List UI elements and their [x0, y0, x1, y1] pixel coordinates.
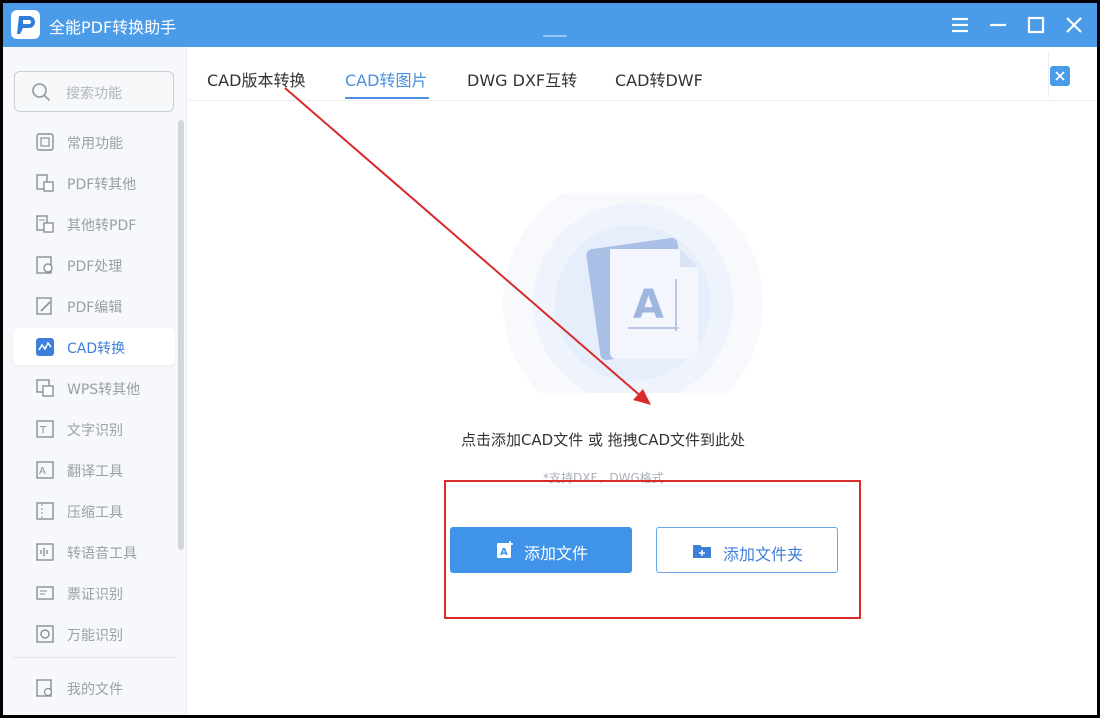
app-logo-icon	[11, 10, 40, 39]
sidebar-item-label: 压缩工具	[67, 505, 123, 521]
pdf-to-other-icon	[36, 174, 54, 192]
pdf-edit-icon	[36, 297, 52, 315]
sidebar-item-common-functions[interactable]: 常用功能	[13, 123, 175, 160]
sidebar-item-pdf-to-other[interactable]: PDF转其他	[13, 164, 175, 201]
tab-cad-version-convert[interactable]: CAD版本转换	[207, 67, 305, 91]
svg-text:A: A	[633, 282, 664, 328]
drag-handle[interactable]	[543, 35, 567, 37]
pdf-process-icon	[36, 256, 53, 274]
sidebar: 搜索功能 常用功能 PDF转其他 其他转PDF PDF处理 PDF编辑 CAD转…	[3, 47, 187, 715]
app-title: 全能PDF转换助手	[49, 18, 177, 37]
folder-add-icon	[693, 545, 711, 558]
sidebar-item-wps-to-other[interactable]: WPS转其他	[13, 369, 175, 406]
add-folder-label: 添加文件夹	[723, 545, 804, 564]
svg-text:T: T	[39, 425, 47, 436]
tab-cad-to-dwf[interactable]: CAD转DWF	[615, 67, 703, 91]
active-tab-indicator	[345, 97, 429, 99]
common-functions-icon	[36, 133, 54, 151]
sidebar-item-pdf-process[interactable]: PDF处理	[13, 246, 175, 283]
ticket-recognition-icon	[36, 586, 54, 600]
sidebar-item-label: WPS转其他	[67, 382, 141, 398]
svg-text:A: A	[39, 466, 46, 477]
sidebar-item-label: 票证识别	[67, 587, 123, 603]
search-icon	[32, 83, 51, 102]
cad-file-illustration[interactable]: A	[503, 193, 793, 393]
sidebar-item-label: 翻译工具	[67, 464, 123, 480]
tab-dwg-dxf-convert[interactable]: DWG DXF互转	[467, 67, 577, 91]
search-input[interactable]: 搜索功能	[14, 71, 174, 112]
text-recognition-icon: T	[36, 420, 54, 438]
search-placeholder: 搜索功能	[66, 86, 122, 102]
my-files-icon	[36, 679, 53, 697]
to-speech-icon	[36, 543, 54, 561]
sidebar-item-label: PDF编辑	[67, 300, 123, 316]
app-window: 全能PDF转换助手 搜索功能 常用功能 PDF转其他 其他转PDF PDF处理 …	[3, 3, 1097, 715]
sidebar-item-other-to-pdf[interactable]: 其他转PDF	[13, 205, 175, 242]
other-to-pdf-icon	[36, 215, 54, 233]
sidebar-item-pdf-edit[interactable]: PDF编辑	[13, 287, 175, 324]
sidebar-item-label: 转语音工具	[67, 546, 137, 562]
close-icon[interactable]	[1061, 12, 1087, 38]
sidebar-item-text-recognition[interactable]: T 文字识别	[13, 410, 175, 447]
sidebar-item-ticket-recognition[interactable]: 票证识别	[13, 574, 175, 611]
compress-icon	[36, 502, 54, 520]
sidebar-item-label: 万能识别	[67, 628, 123, 644]
sidebar-item-my-files[interactable]: 我的文件	[13, 669, 175, 706]
sidebar-scrollbar[interactable]	[178, 120, 184, 550]
sidebar-item-label: 常用功能	[67, 136, 123, 152]
supported-formats-note: *支持DXF、DWG格式	[543, 471, 664, 485]
sidebar-item-translate[interactable]: A 翻译工具	[13, 451, 175, 488]
add-folder-button[interactable]: 添加文件夹	[656, 527, 838, 573]
menu-icon[interactable]	[947, 12, 973, 38]
maximize-icon[interactable]	[1023, 12, 1049, 38]
sidebar-item-label: CAD转换	[67, 341, 126, 357]
sidebar-divider	[13, 657, 177, 658]
sidebar-item-universal-recognition[interactable]: 万能识别	[13, 615, 175, 652]
sidebar-item-label: PDF处理	[67, 259, 123, 275]
sidebar-item-compress[interactable]: 压缩工具	[13, 492, 175, 529]
title-bar: 全能PDF转换助手	[3, 3, 1097, 47]
tab-bar: CAD版本转换 CAD转图片 DWG DXF互转 CAD转DWF	[188, 47, 1097, 101]
add-file-label: 添加文件	[524, 544, 589, 563]
tabbar-divider	[1048, 51, 1049, 97]
add-file-icon: A	[497, 541, 513, 558]
translate-icon: A	[36, 461, 54, 479]
add-file-button[interactable]: A 添加文件	[450, 527, 632, 573]
universal-recognition-icon	[36, 625, 54, 643]
wps-to-other-icon	[36, 379, 54, 397]
sidebar-item-label: PDF转其他	[67, 177, 137, 193]
minimize-icon[interactable]	[985, 12, 1011, 38]
sidebar-item-to-speech[interactable]: 转语音工具	[13, 533, 175, 570]
tab-cad-to-image[interactable]: CAD转图片	[345, 67, 427, 91]
sidebar-item-label: 我的文件	[67, 682, 123, 698]
sidebar-item-cad-convert[interactable]: CAD转换	[13, 328, 175, 365]
panel-close-icon[interactable]	[1050, 66, 1070, 86]
svg-text:A: A	[500, 547, 508, 558]
drop-hint-text: 点击添加CAD文件 或 拖拽CAD文件到此处	[460, 431, 746, 449]
cad-convert-icon	[36, 338, 54, 356]
sidebar-item-label: 其他转PDF	[67, 218, 137, 234]
sidebar-item-label: 文字识别	[67, 423, 123, 439]
